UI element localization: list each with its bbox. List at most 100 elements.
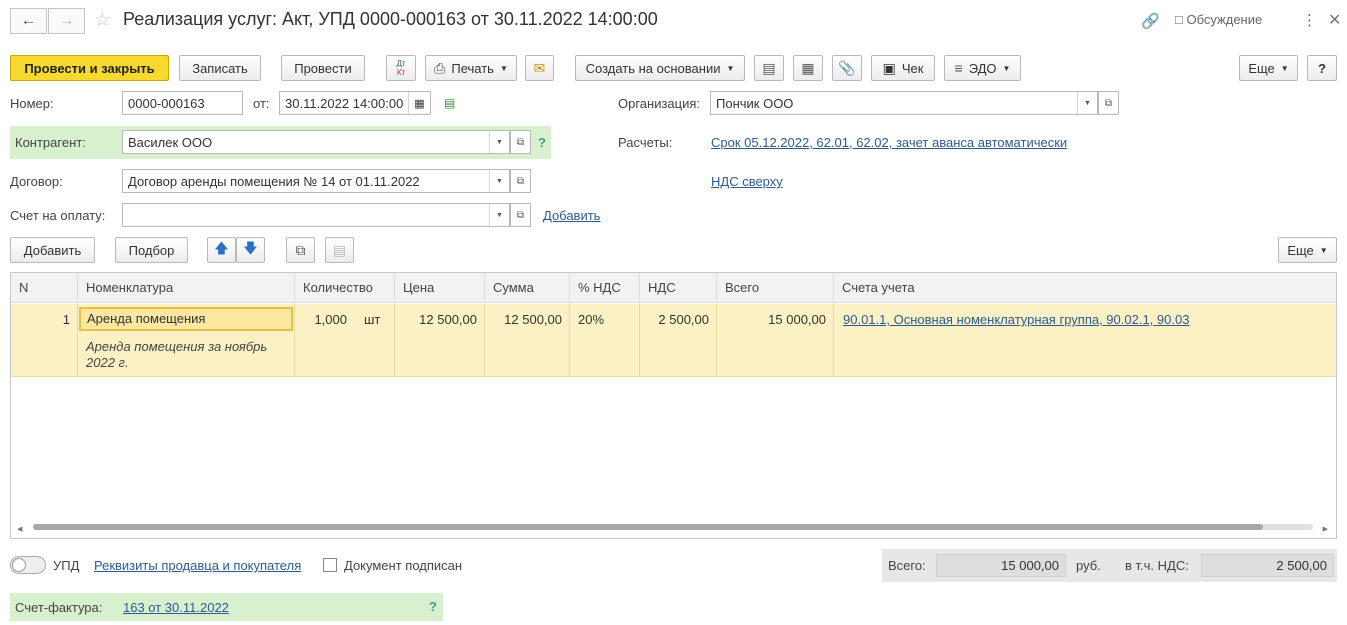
column-header-vat-rate[interactable]: % НДС bbox=[570, 273, 640, 303]
post-and-close-button[interactable]: Провести и закрыть bbox=[10, 55, 169, 81]
save-button[interactable]: Записать bbox=[179, 55, 261, 81]
organization-field[interactable]: Пончик ООО ▼ bbox=[710, 91, 1098, 115]
chevron-down-icon: ▼ bbox=[499, 63, 508, 73]
column-header-accounts[interactable]: Счета учета bbox=[834, 273, 1336, 303]
counterparty-help-icon[interactable]: ? bbox=[538, 135, 546, 150]
column-header-vat[interactable]: НДС bbox=[640, 273, 717, 303]
contract-field[interactable]: Договор аренды помещения № 14 от 01.11.2… bbox=[122, 169, 510, 193]
settlements-label: Расчеты: bbox=[618, 135, 673, 150]
chevron-down-icon[interactable]: ▼ bbox=[489, 170, 509, 192]
add-invoice-link[interactable]: Добавить bbox=[543, 208, 600, 223]
column-header-total[interactable]: Всего bbox=[717, 273, 834, 303]
cell-sum: 12 500,00 bbox=[485, 304, 570, 377]
discussion-button[interactable]: □ Обсуждение bbox=[1175, 12, 1262, 27]
date-field[interactable]: 30.11.2022 14:00:00 ▦ bbox=[279, 91, 431, 115]
number-field[interactable]: 0000-000163 bbox=[122, 91, 243, 115]
dt-kt-button[interactable]: Дт Кт bbox=[386, 55, 416, 81]
chevron-down-icon[interactable]: ▼ bbox=[1077, 92, 1097, 114]
table-row[interactable]: 1 Аренда помещения Аренда помещения за н… bbox=[11, 304, 1336, 377]
arrow-right-icon: → bbox=[58, 12, 75, 29]
attach-button[interactable]: 📎 bbox=[832, 55, 862, 81]
document-signed-checkbox[interactable] bbox=[323, 558, 337, 572]
open-counterparty-button[interactable]: ⧉ bbox=[510, 130, 531, 154]
dt-label: Дт bbox=[396, 59, 406, 68]
counterparty-field[interactable]: Василек ООО ▼ bbox=[122, 130, 510, 154]
back-button[interactable]: ← bbox=[10, 8, 47, 34]
table-more-button[interactable]: Еще ▼ bbox=[1278, 237, 1337, 263]
favorite-star-icon[interactable]: ☆ bbox=[94, 9, 111, 32]
totals-panel: Всего: 15 000,00 руб. в т.ч. НДС: 2 500,… bbox=[882, 549, 1337, 582]
from-label: от: bbox=[253, 96, 270, 111]
requisites-link[interactable]: Реквизиты продавца и покупателя bbox=[94, 558, 301, 573]
toggle-knob bbox=[12, 558, 26, 572]
upd-toggle[interactable] bbox=[10, 556, 46, 574]
invoice-field[interactable]: ▼ bbox=[122, 203, 510, 227]
goods-table[interactable]: N Номенклатура Количество Цена Сумма % Н… bbox=[10, 272, 1337, 539]
open-contract-button[interactable]: ⧉ bbox=[510, 169, 531, 193]
create-based-on-button[interactable]: Создать на основании ▼ bbox=[575, 55, 745, 81]
calendar-icon[interactable]: ▦ bbox=[408, 92, 430, 114]
paste-button[interactable]: ▤ bbox=[325, 237, 354, 263]
close-icon[interactable]: ✕ bbox=[1328, 10, 1341, 30]
column-header-item[interactable]: Номенклатура bbox=[78, 273, 295, 303]
chevron-down-icon[interactable]: ▼ bbox=[489, 204, 509, 226]
help-button[interactable]: ? bbox=[1307, 55, 1337, 81]
upd-label: УПД bbox=[53, 558, 80, 573]
copy-button[interactable]: ⧉ bbox=[286, 237, 315, 263]
scroll-left-icon[interactable]: ◀ bbox=[17, 525, 22, 533]
settlements-link[interactable]: Срок 05.12.2022, 62.01, 62.02, зачет ава… bbox=[711, 135, 1067, 150]
edo-button[interactable]: ≡ ЭДО ▼ bbox=[944, 55, 1021, 81]
open-window-icon: ⧉ bbox=[516, 209, 525, 221]
accounts-link[interactable]: 90.01.1, Основная номенклатурная группа,… bbox=[843, 312, 1189, 327]
link-icon[interactable]: 🔗 bbox=[1141, 12, 1160, 30]
open-organization-button[interactable]: ⧉ bbox=[1098, 91, 1119, 115]
contract-label: Договор: bbox=[10, 174, 63, 189]
document-list-button[interactable]: ▤ bbox=[754, 55, 784, 81]
currency-label: руб. bbox=[1076, 558, 1101, 573]
printer-icon: ⎙ bbox=[434, 59, 446, 76]
receipt-button[interactable]: ▣ Чек bbox=[871, 55, 935, 81]
add-row-button[interactable]: Добавить bbox=[10, 237, 95, 263]
total-label: Всего: bbox=[888, 558, 926, 573]
vat-included-label: в т.ч. НДС: bbox=[1125, 558, 1189, 573]
forward-button[interactable]: → bbox=[48, 8, 85, 34]
pick-button[interactable]: Подбор bbox=[115, 237, 188, 263]
email-button[interactable]: ✉ bbox=[525, 55, 554, 81]
item-name[interactable]: Аренда помещения bbox=[79, 307, 293, 331]
chevron-down-icon[interactable]: ▼ bbox=[489, 131, 509, 153]
number-value: 0000-000163 bbox=[128, 95, 205, 111]
arrow-up-icon: 🡅 bbox=[214, 240, 229, 256]
open-window-icon: ⧉ bbox=[516, 136, 525, 148]
page-title: Реализация услуг: Акт, УПД 0000-000163 о… bbox=[123, 9, 658, 29]
scrollbar-thumb[interactable] bbox=[33, 524, 1263, 530]
open-window-icon: ⧉ bbox=[516, 175, 525, 187]
column-header-sum[interactable]: Сумма bbox=[485, 273, 570, 303]
menu-dots-icon[interactable]: ⋮ bbox=[1302, 11, 1317, 29]
column-header-price[interactable]: Цена bbox=[395, 273, 485, 303]
more-button[interactable]: Еще ▼ bbox=[1239, 55, 1298, 81]
print-button[interactable]: ⎙ Печать ▼ bbox=[425, 55, 517, 81]
document-signed-label: Документ подписан bbox=[344, 558, 463, 573]
horizontal-scrollbar[interactable] bbox=[33, 524, 1313, 530]
discussion-label: Обсуждение bbox=[1186, 12, 1263, 27]
copy-icon: ⧉ bbox=[295, 241, 306, 258]
cell-item[interactable]: Аренда помещения Аренда помещения за ноя… bbox=[78, 304, 295, 377]
invoice-doc-link[interactable]: 163 от 30.11.2022 bbox=[123, 600, 229, 615]
structure-button[interactable]: ▦ bbox=[793, 55, 823, 81]
scroll-right-icon[interactable]: ▶ bbox=[1323, 525, 1328, 533]
paperclip-icon: 📎 bbox=[838, 59, 856, 76]
invoice-doc-label: Счет-фактура: bbox=[15, 600, 103, 615]
create-based-label: Создать на основании bbox=[585, 60, 721, 76]
cash-register-icon: ▣ bbox=[882, 59, 896, 76]
number-label: Номер: bbox=[10, 96, 54, 111]
move-up-button[interactable]: 🡅 bbox=[207, 237, 236, 263]
post-button[interactable]: Провести bbox=[281, 55, 365, 81]
vat-on-top-link[interactable]: НДС сверху bbox=[711, 174, 783, 189]
counterparty-label: Контрагент: bbox=[15, 135, 86, 150]
column-header-n[interactable]: N bbox=[11, 273, 78, 303]
invoice-doc-help-icon[interactable]: ? bbox=[429, 599, 437, 614]
open-invoice-button[interactable]: ⧉ bbox=[510, 203, 531, 227]
number-settings-icon[interactable]: ▤ bbox=[444, 96, 455, 110]
move-down-button[interactable]: 🡇 bbox=[236, 237, 265, 263]
column-header-qty[interactable]: Количество bbox=[295, 273, 395, 303]
